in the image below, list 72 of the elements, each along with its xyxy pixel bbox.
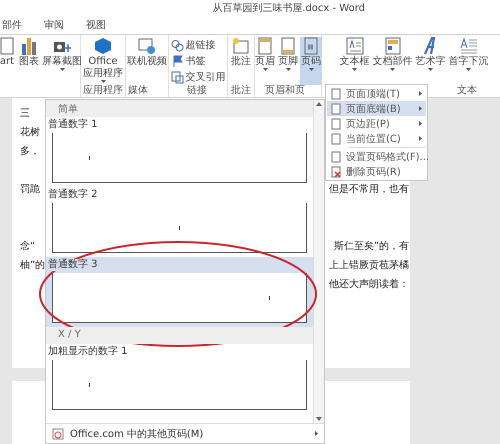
flag-icon [170,54,184,68]
ribbon-button[interactable]: 图表 [18,37,40,85]
scroll-up-icon[interactable] [316,102,322,106]
ribbon-button[interactable]: art [0,37,17,85]
hexagon-icon [94,37,112,55]
document-text: 他还大声朗读着： [329,278,409,290]
ribbon-button[interactable]: 文本框 [338,37,370,85]
ribbon-tab[interactable]: 部件 [0,18,24,32]
page-icon [331,102,341,114]
ribbon-button[interactable]: 文档部件 [372,37,414,85]
document-text: 花树 [20,126,40,138]
ribbon-button[interactable]: 书签 [170,54,226,68]
chart-icon [20,37,38,55]
ribbon-button[interactable]: 屏幕截图 [41,37,83,85]
document-text: 柚”的 [20,258,46,272]
group-label: 文本 [457,85,477,97]
group-label: 应用程序 [83,85,123,97]
ribbon-tab[interactable]: 视图 [84,18,108,32]
comment-icon [232,37,250,55]
document-text: 多， [20,144,40,158]
ribbon-button[interactable]: 联机视频 [126,37,168,85]
section-header: 简单 [46,100,313,117]
delete-page-icon [331,166,341,178]
ribbon-button[interactable]: 首字下沉 [448,37,490,85]
document-text: 斯仁至矣”的，有 [334,240,409,252]
window-title: 从百草园到三味书屋.docx - Word [212,2,365,15]
footer-page-icon [279,37,297,55]
gallery-item-label: 普通数字 2 [48,189,98,201]
group-label: 链接 [187,85,207,97]
page-icon [331,118,341,130]
group-label: 页眉和页 [265,85,305,97]
menu-item[interactable]: 设置页码格式(F)... [327,149,426,164]
ribbon-tab[interactable]: 审阅 [42,18,66,32]
document-text: 上上错厥贡苞茅橘 [329,258,409,272]
header-page-icon [256,37,274,55]
menu-item[interactable]: 删除页码(R) [327,164,426,179]
menu-item[interactable]: 页边距(P) [327,116,426,131]
document-parts-icon [384,37,402,55]
text-box-icon [346,37,364,55]
ribbon-button[interactable]: Office 应用程序 [82,37,124,85]
group-label: 媒体 [128,85,148,97]
document-text: 念“ [20,240,36,252]
section-header: X / Y [46,327,313,344]
submenu-arrow-icon [315,431,318,436]
page-icon [331,132,341,144]
document-text: 但是不常用，也有 [329,182,409,196]
menu-item[interactable]: 页面顶端(T) [327,86,426,101]
scrollbar[interactable] [313,100,324,423]
ribbon-button[interactable]: 页脚 [277,37,299,85]
ribbon-button[interactable]: 交叉引用 [170,70,226,84]
menu-item[interactable]: 当前位置(C) [327,131,426,146]
gallery-item-label: 加粗显示的数字 1 [48,346,128,358]
drop-cap-icon [460,37,478,55]
gallery-item[interactable]: 普通数字 3 [46,257,313,327]
gallery-item-label: 普通数字 3 [48,259,98,271]
page-icon [331,88,341,100]
cross-reference-icon [170,70,184,84]
scroll-down-icon[interactable] [316,417,322,421]
ribbon-button[interactable]: 艺术字 [414,37,446,85]
document-text: 三 [20,106,30,120]
page-icon [331,150,341,162]
ribbon-button[interactable]: 超链接 [170,38,226,52]
link-icon [170,38,184,52]
page-number-icon [302,37,320,55]
ribbon-button[interactable]: 批注 [230,37,252,85]
group-label: 批注 [231,85,251,97]
document-text: 罚跪 [20,182,40,196]
page-icon [0,37,16,55]
gallery-item-label: 普通数字 1 [48,119,98,131]
ribbon-button[interactable]: 页码 [300,37,322,85]
ribbon-button[interactable]: 页眉 [254,37,276,85]
menu-item[interactable]: 页面底端(B) [327,101,426,116]
